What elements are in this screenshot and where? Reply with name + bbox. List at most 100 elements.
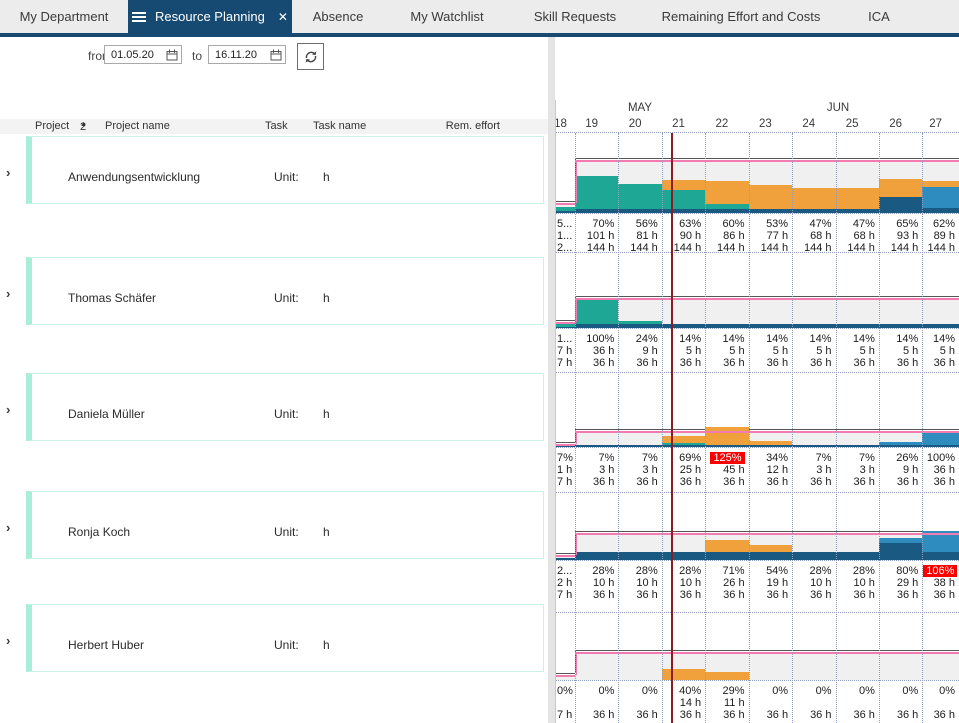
cell-utilization-pct: 47%: [837, 218, 875, 230]
utilization-bar-segment[interactable]: [705, 540, 749, 552]
tab-my-department[interactable]: My Department: [0, 0, 128, 33]
utilization-bar-segment[interactable]: [575, 298, 618, 324]
utilization-bar-segment[interactable]: [705, 552, 749, 560]
utilization-bar-segment[interactable]: [662, 552, 705, 560]
tab-resource-planning[interactable]: Resource Planning✕: [128, 0, 292, 33]
utilization-bar-segment[interactable]: [879, 445, 922, 447]
utilization-bar-segment[interactable]: [618, 321, 662, 324]
utilization-bar-segment[interactable]: [662, 324, 705, 328]
calendar-icon[interactable]: [166, 49, 178, 61]
utilization-bar-segment[interactable]: [618, 324, 662, 328]
resource-card[interactable]: Daniela MüllerUnit:h: [26, 373, 544, 441]
utilization-bar-segment[interactable]: [836, 445, 879, 447]
resource-card[interactable]: Ronja KochUnit:h: [26, 491, 544, 559]
utilization-bar-segment[interactable]: [575, 445, 618, 447]
utilization-bar-segment[interactable]: [836, 324, 879, 328]
utilization-bar-segment[interactable]: [749, 209, 792, 213]
utilization-bar-segment[interactable]: [575, 209, 618, 213]
tab-ica[interactable]: ICA: [842, 0, 916, 33]
utilization-bar-segment[interactable]: [662, 190, 705, 209]
utilization-bar-segment[interactable]: [556, 327, 575, 328]
utilization-bar-segment[interactable]: [662, 443, 705, 445]
menu-icon[interactable]: [132, 10, 146, 24]
expand-row-arrow[interactable]: ›: [6, 520, 20, 535]
tab-skill-requests[interactable]: Skill Requests: [510, 0, 640, 33]
utilization-bar-segment[interactable]: [922, 531, 959, 552]
utilization-bar-segment[interactable]: [556, 211, 575, 213]
calendar-icon[interactable]: [270, 49, 282, 61]
utilization-bar-segment[interactable]: [792, 188, 836, 209]
utilization-bar-segment[interactable]: [618, 445, 662, 447]
cell-capacity-hours: 36 h: [706, 357, 744, 369]
utilization-bar-segment[interactable]: [749, 441, 792, 445]
utilization-bar-segment[interactable]: [662, 445, 705, 447]
utilization-bar-segment[interactable]: [705, 181, 749, 204]
utilization-bar-segment[interactable]: [879, 538, 922, 543]
utilization-bar-segment[interactable]: [922, 431, 959, 445]
utilization-bar-segment[interactable]: [879, 442, 922, 445]
utilization-bar-segment[interactable]: [749, 552, 792, 560]
refresh-button[interactable]: [297, 43, 324, 70]
tab-my-watchlist[interactable]: My Watchlist: [384, 0, 510, 33]
cell-capacity-hours: 36 h: [663, 589, 701, 601]
expand-row-arrow[interactable]: ›: [6, 633, 20, 648]
utilization-bar-segment[interactable]: [792, 324, 836, 328]
week-label: 19: [577, 118, 607, 130]
expand-row-arrow[interactable]: ›: [6, 402, 20, 417]
utilization-bar-segment[interactable]: [705, 445, 749, 447]
utilization-bar-segment[interactable]: [705, 204, 749, 209]
utilization-bar-segment[interactable]: [662, 180, 705, 190]
utilization-bar-segment[interactable]: [922, 445, 959, 447]
utilization-bar-segment[interactable]: [662, 436, 705, 443]
utilization-bar-segment[interactable]: [879, 197, 922, 213]
resource-card[interactable]: Herbert HuberUnit:h: [26, 604, 544, 672]
utilization-bar-segment[interactable]: [922, 324, 959, 328]
tab-remaining-effort-and-costs[interactable]: Remaining Effort and Costs: [640, 0, 842, 33]
utilization-bar-segment[interactable]: [749, 185, 792, 209]
utilization-bar-segment[interactable]: [556, 322, 575, 327]
utilization-bar-segment[interactable]: [556, 207, 575, 211]
utilization-bar-segment[interactable]: [922, 552, 959, 560]
utilization-bar-segment[interactable]: [618, 184, 662, 209]
utilization-bar-segment[interactable]: [792, 445, 836, 447]
col-header-project[interactable]: Project: [35, 120, 69, 132]
utilization-bar-segment[interactable]: [749, 324, 792, 328]
utilization-bar-segment[interactable]: [705, 672, 749, 680]
utilization-bar-segment[interactable]: [618, 209, 662, 213]
utilization-bar-segment[interactable]: [879, 324, 922, 328]
expand-row-arrow[interactable]: ›: [6, 165, 20, 180]
resource-card[interactable]: AnwendungsentwicklungUnit:h: [26, 136, 544, 204]
utilization-bar-segment[interactable]: [662, 209, 705, 213]
utilization-bar-segment[interactable]: [792, 209, 836, 213]
close-tab-icon[interactable]: ✕: [278, 10, 288, 24]
utilization-bar-segment[interactable]: [749, 545, 792, 552]
utilization-bar-segment[interactable]: [792, 552, 836, 560]
tab-absence[interactable]: Absence: [292, 0, 384, 33]
utilization-bar-segment[interactable]: [922, 187, 959, 208]
utilization-bar-segment[interactable]: [556, 558, 575, 560]
utilization-bar-segment[interactable]: [879, 543, 922, 560]
utilization-bar-segment[interactable]: [836, 552, 879, 560]
utilization-bar-segment[interactable]: [879, 179, 922, 197]
utilization-bar-segment[interactable]: [575, 552, 618, 560]
utilization-bar-segment[interactable]: [836, 188, 879, 209]
expand-row-arrow[interactable]: ›: [6, 286, 20, 301]
utilization-bar-segment[interactable]: [575, 324, 618, 328]
utilization-bar-segment[interactable]: [705, 209, 749, 213]
utilization-bar-segment[interactable]: [705, 324, 749, 328]
utilization-bar-segment[interactable]: [662, 669, 705, 680]
col-header-rem-effort[interactable]: Rem. effort: [420, 120, 500, 132]
utilization-bar-segment[interactable]: [705, 427, 749, 445]
utilization-bar-segment[interactable]: [922, 181, 959, 187]
cell-utilization-pct: 0%: [576, 685, 614, 697]
utilization-bar-segment[interactable]: [922, 208, 959, 213]
utilization-bar-segment[interactable]: [618, 552, 662, 560]
utilization-bar-segment[interactable]: [836, 209, 879, 213]
resource-card[interactable]: Thomas SchäferUnit:h: [26, 257, 544, 325]
utilization-bar-segment[interactable]: [556, 446, 575, 447]
utilization-bar-segment[interactable]: [575, 176, 618, 209]
col-header-task-name[interactable]: Task name: [313, 120, 366, 132]
col-header-task[interactable]: Task: [265, 120, 288, 132]
col-header-project-name[interactable]: Project name: [105, 120, 170, 132]
utilization-bar-segment[interactable]: [749, 445, 792, 447]
